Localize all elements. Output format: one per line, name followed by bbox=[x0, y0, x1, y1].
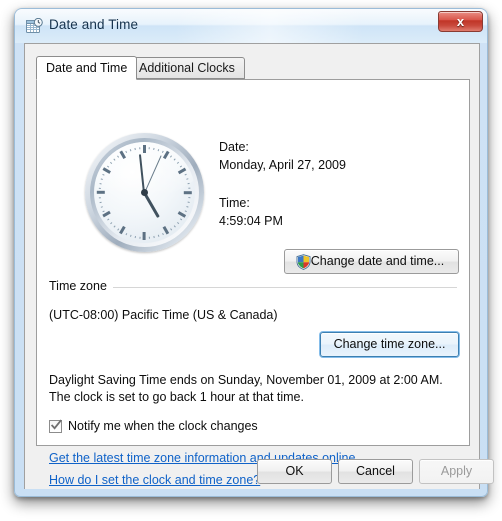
tab-date-and-time[interactable]: Date and Time bbox=[36, 56, 138, 80]
time-zone-group-label: Time zone bbox=[49, 279, 113, 293]
tab-label: Additional Clocks bbox=[139, 61, 235, 75]
tab-label: Date and Time bbox=[46, 61, 128, 75]
button-label: Apply bbox=[440, 464, 473, 478]
window-title: Date and Time bbox=[49, 17, 139, 32]
tab-additional-clocks[interactable]: Additional Clocks bbox=[129, 57, 245, 79]
close-icon: x bbox=[456, 14, 465, 29]
ok-button[interactable]: OK bbox=[257, 459, 332, 484]
button-label: OK bbox=[285, 464, 304, 478]
button-label: Cancel bbox=[356, 464, 395, 478]
dialog-client-area: Date and Time Additional Clocks Date: Mo… bbox=[24, 43, 494, 489]
dialog-footer: OK Cancel Apply bbox=[25, 44, 494, 489]
date-and-time-dialog: Date and Time x Date and Time Additional… bbox=[14, 8, 494, 497]
title-bar: Date and Time x bbox=[15, 9, 487, 43]
apply-button: Apply bbox=[419, 459, 494, 484]
close-button[interactable]: x bbox=[438, 11, 483, 32]
cancel-button[interactable]: Cancel bbox=[338, 459, 413, 484]
calendar-clock-icon bbox=[26, 17, 43, 35]
